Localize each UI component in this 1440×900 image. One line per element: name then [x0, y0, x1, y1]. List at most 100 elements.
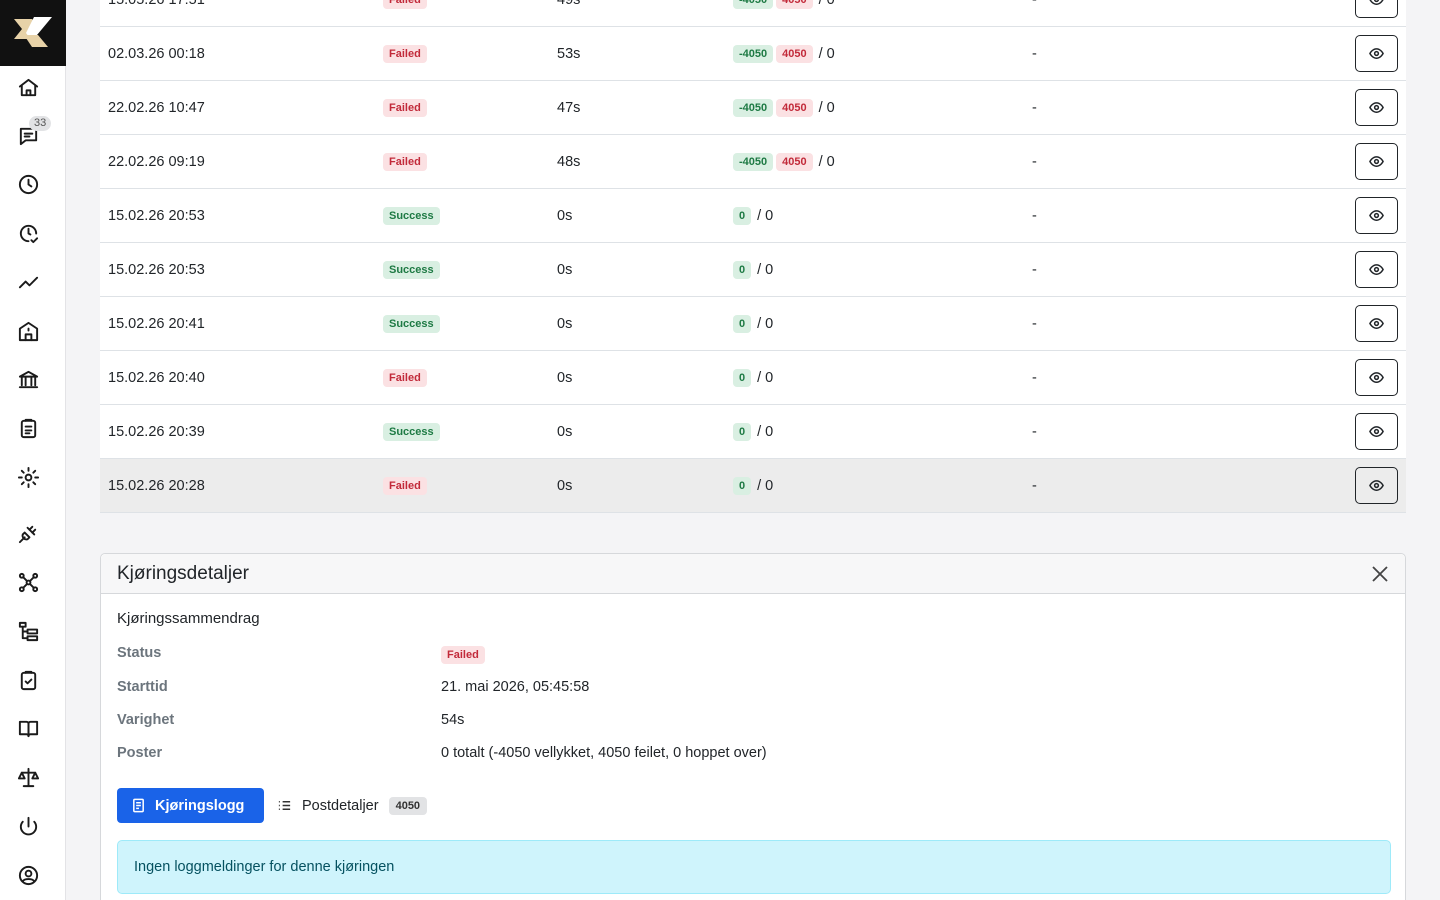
table-row[interactable]: 15.02.26 20:39 Success 0s 0 / 0 -	[100, 405, 1406, 459]
run-status-badge: Failed	[383, 368, 427, 387]
nav-building[interactable]	[0, 311, 66, 351]
run-date: 15.02.26 20:53	[108, 261, 205, 278]
posts-value: 0 totalt (-4050 vellykket, 4050 feilet, …	[441, 745, 767, 761]
building-icon	[18, 321, 39, 341]
view-run-button[interactable]	[1355, 35, 1398, 72]
eye-icon	[1369, 48, 1384, 59]
nav-settings[interactable]	[0, 457, 66, 497]
nav-book[interactable]	[0, 708, 66, 748]
view-run-button[interactable]	[1355, 197, 1398, 234]
nav-trend[interactable]	[0, 262, 66, 302]
view-run-button[interactable]	[1355, 143, 1398, 180]
view-run-button[interactable]	[1355, 467, 1398, 504]
succeeded-count-badge: 0	[733, 422, 752, 441]
nav-plug[interactable]	[0, 513, 66, 553]
table-row[interactable]: 22.02.26 10:47 Failed 47s -4050 4050 / 0 -	[100, 81, 1406, 135]
tab-post-details-count: 4050	[388, 796, 428, 815]
table-row[interactable]: 15.02.26 20:53 Success 0s 0 / 0 -	[100, 189, 1406, 243]
run-duration: 0s	[557, 261, 573, 278]
table-row[interactable]: 02.03.26 00:18 Failed 53s -4050 4050 / 0 -	[100, 27, 1406, 81]
nav-clock[interactable]	[0, 164, 66, 204]
run-date: 15.02.26 20:41	[108, 315, 205, 332]
run-duration: 0s	[557, 369, 573, 386]
duration-label: Varighet	[117, 712, 175, 728]
run-duration: 48s	[557, 153, 581, 170]
run-status-badge: Failed	[383, 44, 427, 63]
view-run-button[interactable]	[1355, 413, 1398, 450]
book-icon	[18, 720, 39, 737]
tab-run-log-label: Kjøringslogg	[155, 797, 245, 814]
eye-icon	[1369, 156, 1384, 167]
tab-post-details[interactable]: Postdetaljer 4050	[277, 788, 428, 823]
run-duration: 0s	[557, 423, 573, 440]
run-total: / 0	[757, 207, 774, 224]
eye-icon	[1369, 318, 1384, 329]
nav-clipboard[interactable]	[0, 408, 66, 448]
nav-hierarchy[interactable]	[0, 611, 66, 651]
run-note: -	[1032, 477, 1037, 494]
table-row[interactable]: 15.05.26 17:51 Failed 49s -40504050 / 0 -	[100, 0, 1406, 27]
failed-count-badge: 4050	[776, 44, 813, 63]
tab-post-details-label: Postdetaljer	[302, 797, 379, 814]
view-run-button[interactable]	[1355, 251, 1398, 288]
run-duration: 47s	[557, 99, 581, 116]
run-total: / 0	[757, 477, 774, 494]
nav-profile[interactable]	[0, 855, 66, 895]
eye-icon	[1369, 102, 1384, 113]
table-row[interactable]: 15.02.26 20:53 Success 0s 0 / 0 -	[100, 243, 1406, 297]
run-posts: -40504050 / 0	[733, 0, 835, 9]
empty-log-alert: Ingen loggmeldinger for denne kjøringen	[117, 840, 1391, 894]
nav-scale[interactable]	[0, 757, 66, 797]
run-date: 15.02.26 20:53	[108, 207, 205, 224]
nav-bank[interactable]	[0, 359, 66, 399]
run-posts: 0 / 0	[733, 368, 773, 387]
view-run-button[interactable]	[1355, 89, 1398, 126]
plug-icon	[18, 525, 37, 543]
tab-run-log[interactable]: Kjøringslogg	[117, 788, 264, 823]
power-icon	[19, 816, 38, 835]
run-status-badge: Success	[383, 260, 440, 279]
app-logo[interactable]	[0, 0, 66, 66]
run-duration: 53s	[557, 45, 581, 62]
run-posts: 0 / 0	[733, 476, 774, 495]
status-label: Status	[117, 645, 162, 661]
run-status-badge: Success	[383, 422, 440, 441]
run-status-badge: Failed	[383, 152, 427, 171]
status-badge: Failed	[441, 646, 485, 664]
succeeded-count-badge: 0	[733, 476, 752, 495]
run-note: -	[1032, 207, 1037, 224]
succeeded-count-badge: -4050	[733, 98, 774, 117]
scale-icon	[17, 767, 40, 787]
run-posts: 0 / 0	[733, 260, 773, 279]
runs-table: 15.05.26 17:51Failed49s-40504050/ 0-02.0…	[100, 0, 1406, 513]
nav-clipboard-check[interactable]	[0, 660, 66, 700]
nav-messages[interactable]: 33	[0, 116, 66, 156]
clipboard-list-icon	[20, 418, 37, 438]
view-run-button[interactable]	[1355, 0, 1398, 18]
run-note: -	[1032, 369, 1037, 386]
main-content: 15.05.26 17:51Failed49s-40504050/ 0-02.0…	[66, 0, 1440, 900]
nav-home[interactable]	[0, 67, 66, 107]
eye-icon	[1369, 264, 1384, 275]
succeeded-count-badge: 0	[733, 206, 752, 225]
nav-logout[interactable]	[0, 806, 66, 846]
duration-value: 54s	[441, 712, 465, 728]
succeeded-count-badge: -4050	[733, 44, 774, 63]
view-run-button[interactable]	[1355, 359, 1398, 396]
failed-count-badge: 4050	[776, 98, 813, 117]
run-note: -	[1032, 261, 1037, 278]
nav-network[interactable]	[0, 562, 66, 602]
document-icon	[133, 798, 144, 813]
table-row[interactable]: 15.02.26 20:40 Failed 0s 0 / 0 -	[100, 351, 1406, 405]
view-run-button[interactable]	[1355, 305, 1398, 342]
table-row[interactable]: 15.02.26 20:28 Failed 0s 0 / 0 -	[100, 459, 1406, 513]
empty-log-message: Ingen loggmeldinger for denne kjøringen	[134, 859, 395, 875]
run-note: -	[1032, 45, 1037, 62]
table-row[interactable]: 22.02.26 09:19 Failed 48s -4050 4050 / 0 -	[100, 135, 1406, 189]
nav-clock-check[interactable]	[0, 213, 66, 253]
run-duration: 0s	[557, 477, 573, 494]
run-date: 15.02.26 20:39	[108, 423, 205, 440]
close-button[interactable]	[1371, 565, 1389, 583]
run-total: / 0	[818, 153, 835, 170]
table-row[interactable]: 15.02.26 20:41 Success 0s 0 / 0 -	[100, 297, 1406, 351]
